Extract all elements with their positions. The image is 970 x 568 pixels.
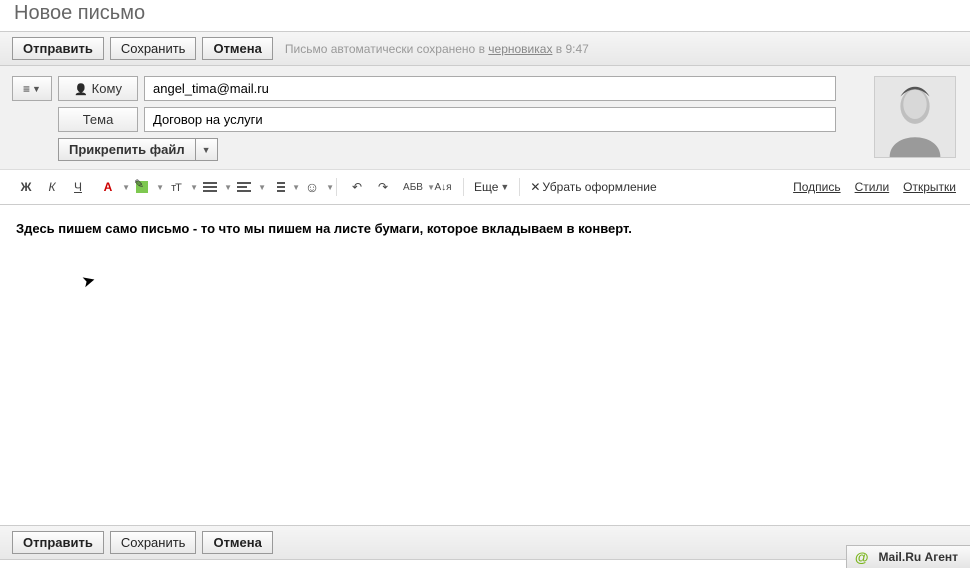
styles-link[interactable]: Стили	[855, 180, 890, 194]
attach-file-dropdown[interactable]: ▼	[196, 138, 218, 161]
cancel-button[interactable]: Отмена	[202, 37, 272, 60]
person-icon	[74, 81, 88, 96]
separator	[463, 178, 464, 196]
italic-icon: К	[48, 180, 55, 194]
separator	[519, 178, 520, 196]
bold-icon: Ж	[21, 180, 32, 194]
text-color-icon: А	[104, 180, 113, 194]
cursor-icon: ➤	[80, 270, 98, 293]
hamburger-icon: ≡	[23, 82, 30, 96]
save-button[interactable]: Сохранить	[110, 37, 197, 60]
more-button[interactable]: Еще ▼	[472, 180, 511, 194]
cards-link[interactable]: Открытки	[903, 180, 956, 194]
agent-label: Mail.Ru Агент	[879, 550, 958, 564]
page-title: Новое письмо	[0, 0, 970, 31]
compose-options-button[interactable]: ≡ ▼	[12, 76, 52, 101]
autosave-time: в 9:47	[552, 42, 588, 56]
separator	[336, 178, 337, 196]
subject-field-label[interactable]: Тема	[58, 107, 138, 132]
undo-button[interactable]	[345, 176, 369, 198]
chevron-down-icon: ▼	[500, 182, 509, 192]
format-toolbar: Ж К Ч А▼ ▼ ▼ ▼ ▼ ▼ ▼ АБВ▼ А↓я Еще ▼ ✕ Уб…	[0, 170, 970, 205]
indent-button[interactable]: ▼	[228, 176, 260, 198]
compose-header: ≡ ▼ Кому Тема Прикрепить файл ▼	[0, 66, 970, 170]
highlight-icon	[136, 181, 148, 193]
cancel-button-bottom[interactable]: Отмена	[202, 531, 272, 554]
to-field-label[interactable]: Кому	[58, 76, 138, 101]
more-label: Еще	[474, 180, 498, 194]
chevron-down-icon: ▼	[32, 84, 41, 94]
font-size-icon	[171, 180, 181, 194]
autosave-prefix: Письмо автоматически сохранено в	[285, 42, 488, 56]
at-icon: @	[855, 549, 869, 565]
underline-button[interactable]: Ч	[66, 176, 90, 198]
send-button[interactable]: Отправить	[12, 37, 104, 60]
subject-label-text: Тема	[83, 112, 114, 127]
highlight-button[interactable]: ▼	[126, 176, 158, 198]
chevron-down-icon: ▼	[326, 183, 334, 192]
bottom-toolbar: Отправить Сохранить Отмена	[0, 525, 970, 560]
italic-button[interactable]: К	[40, 176, 64, 198]
avatar	[874, 76, 956, 158]
emoji-button[interactable]: ▼	[296, 176, 328, 198]
redo-button[interactable]	[371, 176, 395, 198]
bold-button[interactable]: Ж	[14, 176, 38, 198]
chevron-down-icon: ▼	[202, 145, 211, 155]
font-size-button[interactable]: ▼	[160, 176, 192, 198]
indent-icon	[237, 180, 251, 194]
align-button[interactable]: ▼	[194, 176, 226, 198]
text-color-button[interactable]: А▼	[92, 176, 124, 198]
mailru-agent-widget[interactable]: @ Mail.Ru Агент	[846, 545, 970, 568]
smiley-icon	[305, 179, 319, 195]
list-icon	[271, 180, 285, 194]
spellcheck-icon: АБВ	[403, 182, 423, 193]
attach-file-button-group: Прикрепить файл ▼	[58, 138, 218, 161]
remove-format-label: Убрать оформление	[542, 180, 656, 194]
message-body-text: Здесь пишем само письмо - то что мы пише…	[16, 221, 954, 236]
autosave-status: Письмо автоматически сохранено в чернови…	[285, 42, 589, 56]
format-right-links: Подпись Стили Открытки	[793, 180, 956, 194]
subject-input[interactable]	[144, 107, 836, 132]
remove-format-button[interactable]: ✕ Убрать оформление	[528, 180, 658, 194]
drafts-link[interactable]: черновиках	[488, 42, 552, 56]
list-button[interactable]: ▼	[262, 176, 294, 198]
to-input[interactable]	[144, 76, 836, 101]
attach-file-button[interactable]: Прикрепить файл	[58, 138, 196, 161]
save-button-bottom[interactable]: Сохранить	[110, 531, 197, 554]
top-toolbar: Отправить Сохранить Отмена Письмо автома…	[0, 31, 970, 66]
spellcheck-button[interactable]: АБВ▼	[397, 176, 429, 198]
signature-link[interactable]: Подпись	[793, 180, 841, 194]
undo-icon	[352, 180, 362, 194]
sort-button[interactable]: А↓я	[431, 176, 455, 198]
sort-icon: А↓я	[434, 182, 451, 193]
to-label-text: Кому	[92, 81, 122, 96]
align-icon	[203, 180, 217, 194]
send-button-bottom[interactable]: Отправить	[12, 531, 104, 554]
message-body-editor[interactable]: Здесь пишем само письмо - то что мы пише…	[0, 205, 970, 525]
redo-icon	[378, 180, 388, 194]
underline-icon: Ч	[74, 180, 82, 194]
